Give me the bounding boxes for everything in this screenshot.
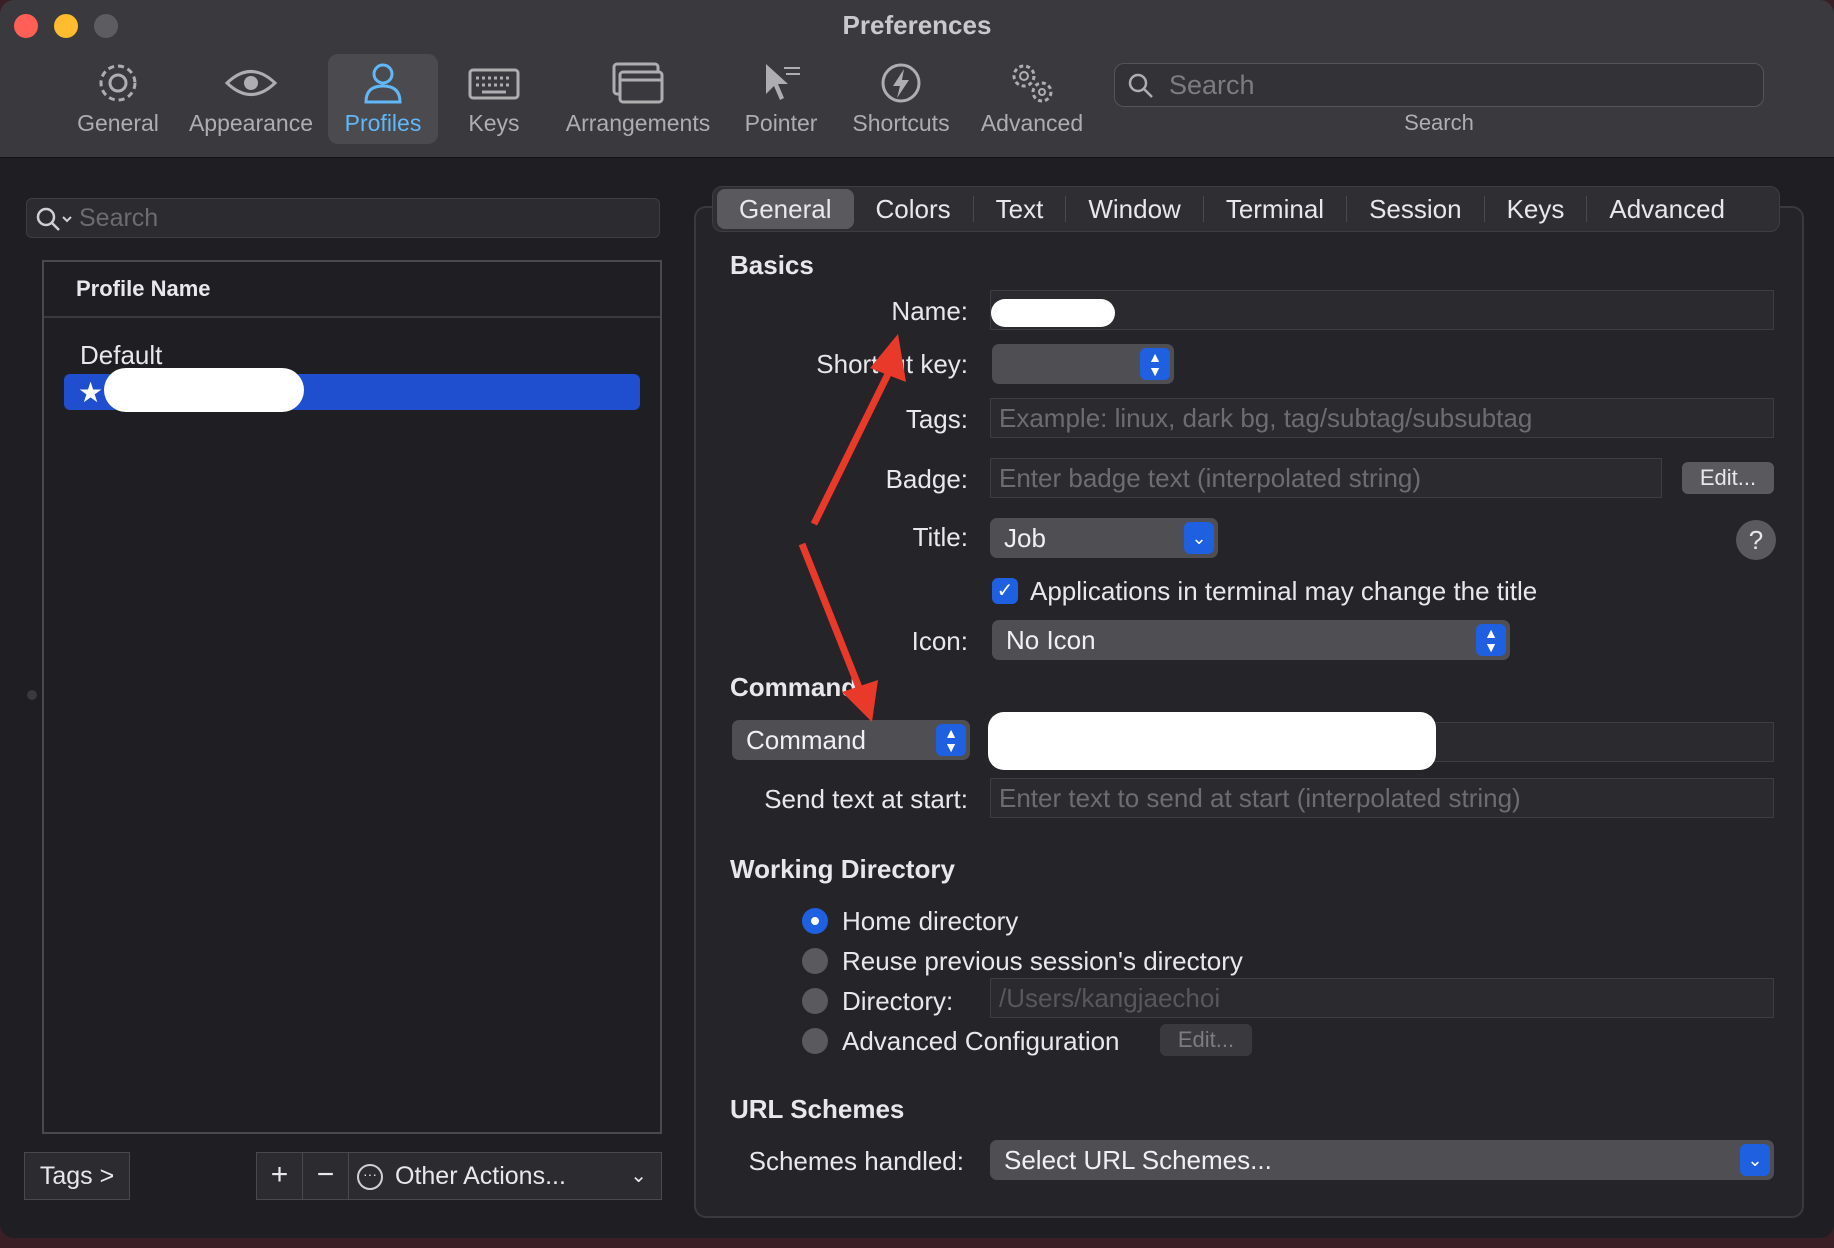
annotation-arrow-down	[798, 542, 864, 692]
preferences-window: Preferences General Appearance Profiles …	[0, 0, 1834, 1238]
annotation-arrows	[798, 334, 906, 722]
annotation-arrow-up	[810, 368, 894, 526]
annotation-arrowhead-up	[870, 334, 906, 382]
annotation-arrowhead-down	[842, 680, 878, 722]
